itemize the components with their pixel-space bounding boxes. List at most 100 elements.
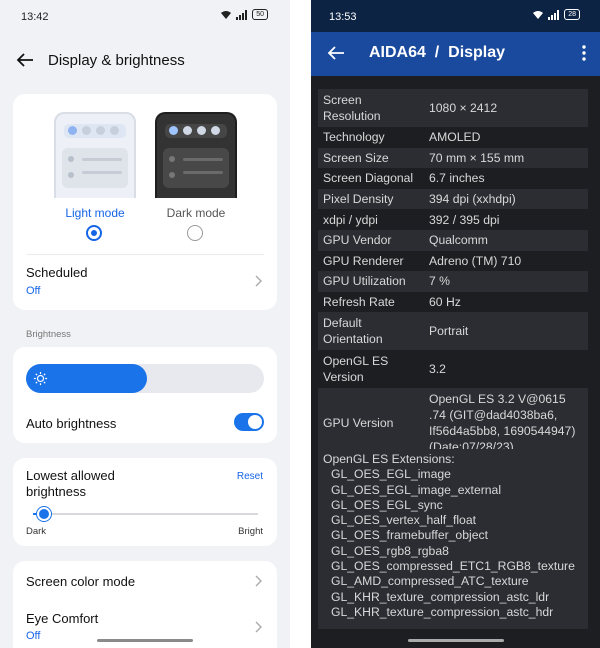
light-mode-preview[interactable]	[54, 112, 136, 198]
extensions-title: OpenGL ES Extensions:	[323, 452, 455, 466]
property-key: GPU Renderer	[323, 253, 404, 268]
property-key: Technology	[323, 130, 385, 145]
lowest-brightness-slider[interactable]	[33, 507, 258, 521]
property-row: GPU Renderer Adreno (TM) 710	[318, 250, 588, 272]
brightness-slider[interactable]	[26, 364, 264, 393]
brightness-section-label: Brightness	[26, 329, 71, 340]
property-row: Pixel Density 394 dpi (xxhdpi)	[318, 188, 588, 210]
extension-item: GL_OES_EGL_sync	[331, 497, 443, 512]
brightness-card: Auto brightness	[13, 347, 277, 443]
property-key: GPU Vendor	[323, 233, 392, 248]
chevron-right-icon	[255, 275, 262, 287]
status-bar: 13:53 28	[311, 0, 600, 32]
status-time: 13:53	[329, 11, 357, 23]
slider-thumb[interactable]	[37, 507, 52, 521]
auto-brightness-toggle[interactable]	[234, 413, 264, 431]
property-value: OpenGL ES 3.2 V@0615.74 (GIT@dad4038ba6,…	[429, 392, 576, 455]
property-key: GPU Version	[323, 416, 394, 431]
property-value: Qualcomm	[429, 233, 488, 248]
property-row: GPU Version OpenGL ES 3.2 V@0615.74 (GIT@…	[318, 388, 588, 459]
property-row: Screen Diagonal 6.7 inches	[318, 168, 588, 189]
property-value: 60 Hz	[429, 295, 461, 310]
more-vert-icon[interactable]	[582, 45, 586, 61]
more-settings-card: Screen color mode Eye Comfort Off	[13, 561, 277, 648]
light-mode-label: Light mode	[65, 206, 125, 220]
property-row: Screen Size 70 mm × 155 mm	[318, 147, 588, 169]
property-key: Screen Size	[323, 150, 389, 165]
property-row: GPU Utilization 7 %	[318, 271, 588, 292]
property-value: 392 / 395 dpi	[429, 212, 500, 227]
scheduled-value: Off	[26, 285, 41, 297]
eye-comfort-title: Eye Comfort	[26, 611, 99, 626]
battery-icon: 28	[564, 9, 580, 20]
back-arrow-icon[interactable]	[327, 45, 345, 61]
screen-color-mode-row[interactable]: Screen color mode	[13, 561, 277, 601]
property-key: OpenGL ES Version	[323, 354, 389, 385]
page-header: Display & brightness	[14, 45, 276, 75]
scheduled-title: Scheduled	[26, 265, 88, 280]
property-row: GPU Vendor Qualcomm	[318, 229, 588, 251]
extension-item: GL_OES_rgb8_rgba8	[331, 543, 449, 558]
property-value: 6.7 inches	[429, 171, 485, 186]
dark-mode-label: Dark mode	[166, 206, 226, 220]
property-key: GPU Utilization	[323, 274, 406, 289]
property-key: Screen Diagonal	[323, 171, 414, 186]
back-arrow-icon[interactable]	[16, 52, 34, 68]
property-value: 7 %	[429, 274, 451, 289]
extension-item: GL_OES_EGL_image_external	[331, 482, 502, 497]
brightness-slider-fill	[26, 364, 148, 393]
home-indicator[interactable]	[408, 639, 504, 642]
sun-icon	[33, 371, 48, 386]
chevron-right-icon	[255, 575, 262, 587]
property-key: xdpi / ydpi	[323, 212, 378, 227]
property-row: Refresh Rate 60 Hz	[318, 291, 588, 313]
reset-button[interactable]: Reset	[237, 471, 263, 482]
property-value: 70 mm × 155 mm	[429, 150, 525, 165]
property-key: Default Orientation	[323, 316, 383, 347]
extension-item: GL_KHR_texture_compression_astc_ldr	[331, 589, 550, 604]
page-title: Display & brightness	[48, 51, 185, 69]
signal-icon	[548, 9, 560, 20]
slider-max-label: Bright	[238, 526, 263, 537]
property-key: Pixel Density	[323, 192, 394, 207]
display-properties-table: Screen Resolution 1080 × 2412 Technology AMO…	[318, 89, 588, 459]
auto-brightness-label: Auto brightness	[26, 416, 117, 431]
eye-comfort-value: Off	[26, 630, 41, 642]
theme-card: Light mode Dark mode Scheduled Off	[13, 94, 277, 310]
extension-item: GL_KHR_texture_compression_astc_hdr	[331, 604, 554, 619]
extension-item: GL_OES_vertex_half_float	[331, 513, 476, 528]
property-row: Default Orientation Portrait	[318, 312, 588, 351]
aida64-display-screen: 13:53 28 AIDA64 / Display Screen Resoluti…	[311, 0, 600, 648]
property-row: OpenGL ES Version 3.2	[318, 350, 588, 389]
property-key: Refresh Rate	[323, 295, 395, 310]
slider-min-label: Dark	[26, 526, 47, 537]
lowest-brightness-title-line1: Lowest allowed	[26, 468, 115, 483]
extension-item: GL_OES_compressed_ETC1_RGB8_texture	[331, 559, 575, 574]
property-value: 394 dpi (xxhdpi)	[429, 192, 516, 207]
app-bar-title: AIDA64 / Display	[369, 44, 506, 61]
display-settings-screen: 13:42 50 Display & brightness Light mode…	[0, 0, 290, 648]
extension-item: GL_OES_EGL_image	[331, 467, 451, 482]
property-row: Technology AMOLED	[318, 127, 588, 148]
status-bar: 13:42 50	[0, 0, 290, 32]
property-row: Screen Resolution 1080 × 2412	[318, 89, 588, 127]
wifi-icon	[221, 10, 232, 19]
light-mode-radio[interactable]	[86, 225, 102, 241]
chevron-right-icon	[255, 621, 262, 633]
battery-icon: 50	[252, 9, 268, 20]
wifi-icon	[533, 10, 544, 19]
dark-mode-preview[interactable]	[155, 112, 237, 198]
signal-icon	[236, 9, 248, 20]
property-row: xdpi / ydpi 392 / 395 dpi	[318, 209, 588, 230]
dark-mode-radio[interactable]	[187, 225, 203, 241]
opengl-extensions: OpenGL ES Extensions: GL_OES_EGL_image GL…	[318, 449, 588, 629]
property-value: Adreno (TM) 710	[429, 253, 522, 268]
screen-color-mode-title: Screen color mode	[26, 574, 136, 589]
extension-item: GL_OES_framebuffer_object	[331, 528, 488, 543]
scheduled-row[interactable]: Scheduled Off	[13, 255, 277, 310]
property-key: Screen Resolution	[323, 93, 381, 123]
home-indicator[interactable]	[97, 639, 193, 642]
property-value: Portrait	[429, 324, 469, 339]
status-time: 13:42	[21, 11, 49, 23]
property-value: 3.2	[429, 362, 446, 377]
